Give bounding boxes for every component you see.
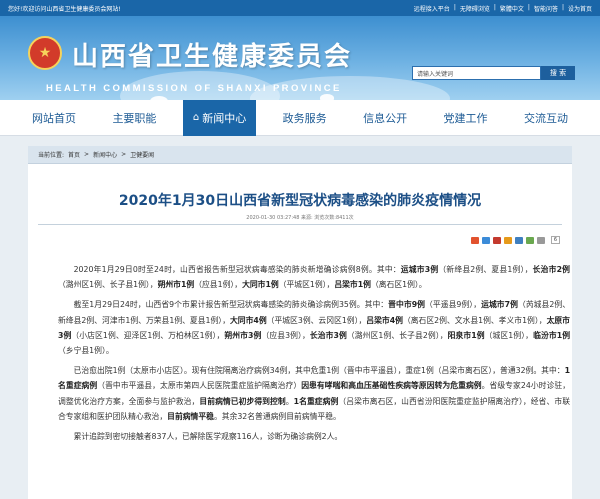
breadcrumb-sep: >: [84, 151, 90, 158]
top-link-accessibility[interactable]: 无障碍浏览: [460, 4, 490, 13]
main-nav: 网站首页 主要职能 ⌂ 新闻中心 政务服务 信息公开 党建工作 交流互动: [0, 99, 600, 136]
nav-functions[interactable]: 主要职能: [102, 100, 166, 136]
breadcrumb-health-news[interactable]: 卫健要闻: [130, 150, 154, 159]
dove-icon: [150, 96, 168, 100]
share-icon[interactable]: [514, 236, 523, 244]
site-title-en: HEALTH COMMISSION OF SHANXI PROVINCE: [46, 83, 342, 94]
share-more-icon[interactable]: [536, 236, 545, 244]
article-meta: 2020-01-30 03:27:48 来源: 浏览次数:8411次: [246, 215, 354, 221]
search-input[interactable]: 请输入关键词: [412, 66, 541, 80]
nav-news-label: 新闻中心: [202, 111, 247, 125]
nav-interaction[interactable]: 交流互动: [514, 100, 578, 136]
share-icon[interactable]: [481, 236, 490, 244]
share-icon[interactable]: [492, 236, 501, 244]
share-icon[interactable]: [470, 236, 479, 244]
breadcrumb-sep: >: [121, 151, 127, 158]
nav-news-center[interactable]: ⌂ 新闻中心: [182, 99, 257, 136]
top-link-traditional[interactable]: 繁體中文: [500, 4, 524, 13]
breadcrumb-news[interactable]: 新闻中心: [93, 150, 117, 159]
article-paragraph: 2020年1月29日0时至24时，山西省报告新型冠状病毒感染的肺炎新增确诊病例8…: [58, 265, 570, 290]
search-button[interactable]: 搜 索: [541, 66, 575, 80]
emblem-icon: ★: [28, 36, 62, 70]
breadcrumb-label: 当前位置:: [38, 152, 65, 159]
nav-services[interactable]: 政务服务: [273, 100, 337, 136]
share-icon[interactable]: [503, 236, 512, 244]
breadcrumb-home[interactable]: 首页: [68, 150, 80, 159]
search-box: 请输入关键词 搜 索: [412, 66, 575, 80]
top-link-remote[interactable]: 远程接入平台: [414, 4, 450, 13]
divider: [38, 224, 562, 225]
share-count: 6: [550, 236, 560, 244]
article-card: 2020年1月30日山西省新型冠状病毒感染的肺炎疫情情况 2020-01-30 …: [28, 164, 572, 499]
nav-party[interactable]: 党建工作: [434, 100, 498, 136]
article-paragraph: 已治愈出院1例（太原市小店区）。现有住院隔离治疗病例34例，其中危重1例（晋中市…: [58, 366, 571, 421]
nav-home[interactable]: 网站首页: [22, 100, 86, 136]
breadcrumb: 当前位置: 首页 > 新闻中心 > 卫健要闻: [28, 146, 572, 164]
share-bar: 6: [470, 236, 560, 244]
home-icon: ⌂: [192, 112, 200, 123]
nav-disclosure[interactable]: 信息公开: [353, 100, 417, 136]
top-link-homepage[interactable]: 设为首页: [568, 4, 592, 13]
share-icon[interactable]: [525, 236, 534, 244]
dove-icon: [320, 94, 334, 100]
header-banner: ★ 山西省卫生健康委员会 HEALTH COMMISSION OF SHANXI…: [0, 16, 600, 100]
article-paragraph: 累计追踪到密切接触者837人，已解除医学观察116人，诊断为确诊病例2人。: [73, 432, 343, 442]
top-link-qa[interactable]: 智能问答: [534, 4, 558, 13]
top-bar: 您好!欢迎访问山西省卫生健康委员会网站! 远程接入平台 | 无障碍浏览 | 繁體中文…: [0, 0, 600, 16]
top-links: 远程接入平台 | 无障碍浏览 | 繁體中文 | 智能问答 | 设为首页: [413, 3, 592, 13]
article-body: 2020年1月29日0时至24时，山西省报告新型冠状病毒感染的肺炎新增确诊病例8…: [58, 262, 570, 449]
welcome-text: 您好!欢迎访问山西省卫生健康委员会网站!: [8, 5, 121, 13]
article-title: 2020年1月30日山西省新型冠状病毒感染的肺炎疫情情况: [118, 193, 482, 209]
article-paragraph: 截至1月29日24时，山西省9个市累计报告新型冠状病毒感染的肺炎确诊病例35例。…: [58, 300, 571, 356]
site-title: 山西省卫生健康委员会: [72, 42, 353, 72]
